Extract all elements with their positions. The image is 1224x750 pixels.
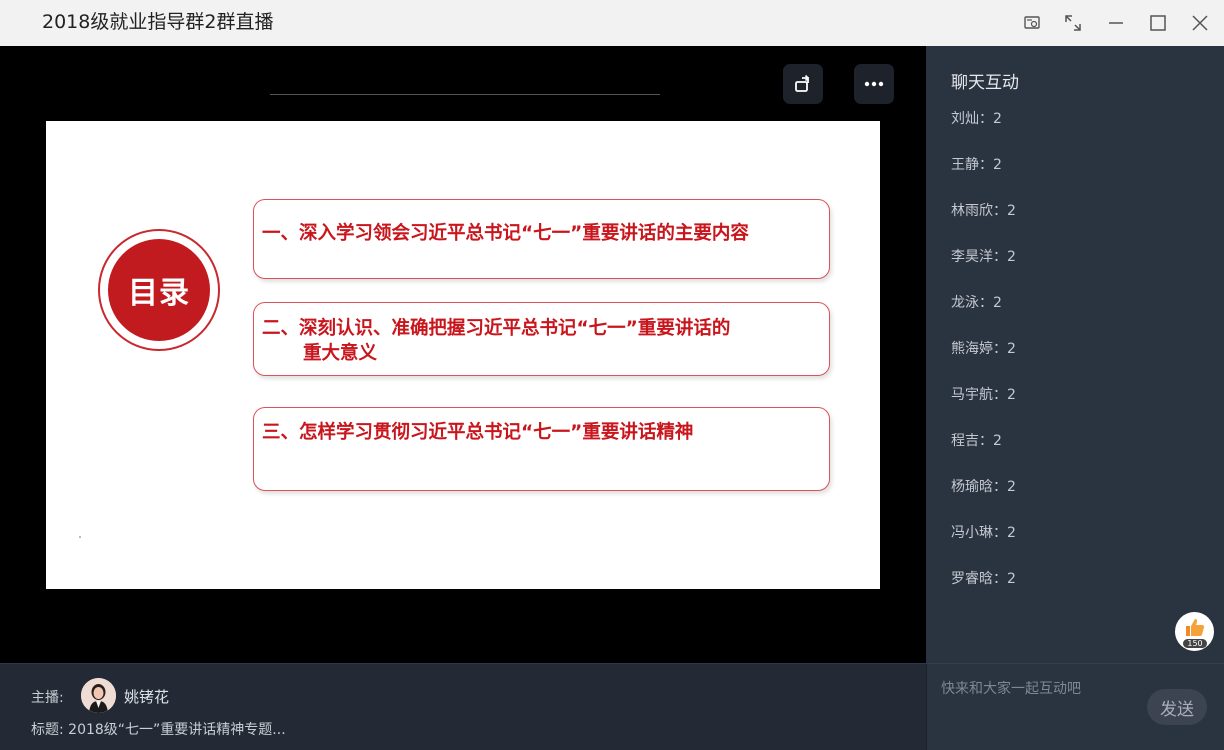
rotate-icon <box>795 74 810 92</box>
send-button[interactable]: 发送 <box>1147 689 1207 725</box>
chat-message: 李昊洋：2 <box>951 249 1016 265</box>
chat-message: 罗睿晗：2 <box>951 571 1016 587</box>
toc-item-1: 一、深入学习领会习近平总书记“七一”重要讲话的主要内容 <box>253 199 830 279</box>
live-video-area[interactable]: 目录 一、深入学习领会习近平总书记“七一”重要讲话的主要内容 二、深刻认识、准确… <box>0 46 926 663</box>
toc-item-2-text-cont: 重大意义 <box>303 343 378 364</box>
fullscreen-icon[interactable] <box>1058 8 1088 38</box>
maximize-icon[interactable] <box>1143 8 1173 38</box>
chat-message: 杨瑜晗：2 <box>951 479 1016 495</box>
chat-message: 王静：2 <box>951 157 1002 173</box>
progress-line <box>270 94 660 95</box>
rotate-screen-button[interactable] <box>783 64 823 104</box>
thumbs-up-icon <box>1186 619 1205 636</box>
presentation-slide: 目录 一、深入学习领会习近平总书记“七一”重要讲话的主要内容 二、深刻认识、准确… <box>46 121 880 589</box>
slide-mark <box>79 536 81 538</box>
stream-topic: 标题: 2018级“七一”重要讲话精神专题... <box>31 722 286 738</box>
toc-item-2-text: 二、深刻认识、准确把握习近平总书记“七一”重要讲话的 <box>262 318 731 339</box>
chat-panel: 聊天互动 刘灿：2 王静：2 林雨欣：2 李昊洋：2 龙泳：2 熊海婷：2 马宇… <box>926 46 1224 663</box>
window-title: 2018级就业指导群2群直播 <box>42 11 274 33</box>
host-info-bar: 主播: 姚铐花 标题: 2018级“七一”重要讲话精神专题... <box>0 663 926 750</box>
chat-message: 程吉：2 <box>951 433 1002 449</box>
toc-item-3-text: 三、怎样学习贯彻习近平总书记“七一”重要讲话精神 <box>262 422 694 443</box>
chat-title: 聊天互动 <box>951 73 1019 93</box>
toc-item-1-text: 一、深入学习领会习近平总书记“七一”重要讲话的主要内容 <box>262 223 749 244</box>
chat-message: 冯小琳：2 <box>951 525 1016 541</box>
screen-share-icon[interactable] <box>1017 8 1047 38</box>
host-name: 姚铐花 <box>124 688 170 706</box>
chat-message: 马宇航：2 <box>951 387 1016 403</box>
host-label: 主播: <box>31 690 64 706</box>
chat-message: 刘灿：2 <box>951 111 1002 127</box>
toc-seal: 目录 <box>98 229 220 351</box>
chat-message: 熊海婷：2 <box>951 341 1016 357</box>
more-icon <box>864 81 884 87</box>
toc-item-3: 三、怎样学习贯彻习近平总书记“七一”重要讲话精神 <box>253 407 830 491</box>
chat-input-area: 发送 <box>926 663 1224 750</box>
title-bar: 2018级就业指导群2群直播 <box>0 0 1224 46</box>
more-options-button[interactable] <box>854 64 894 104</box>
toc-seal-text: 目录 <box>108 239 210 341</box>
chat-message: 林雨欣：2 <box>951 203 1016 219</box>
minimize-icon[interactable] <box>1101 8 1131 38</box>
toc-item-2: 二、深刻认识、准确把握习近平总书记“七一”重要讲话的 重大意义 <box>253 302 830 376</box>
chat-message: 龙泳：2 <box>951 295 1002 311</box>
close-icon[interactable] <box>1185 8 1215 38</box>
chat-input[interactable] <box>941 678 1141 700</box>
like-count: 150 <box>1183 639 1207 648</box>
avatar[interactable] <box>81 678 116 713</box>
host-avatar-image <box>81 678 116 713</box>
like-button[interactable]: 150 <box>1175 612 1214 651</box>
